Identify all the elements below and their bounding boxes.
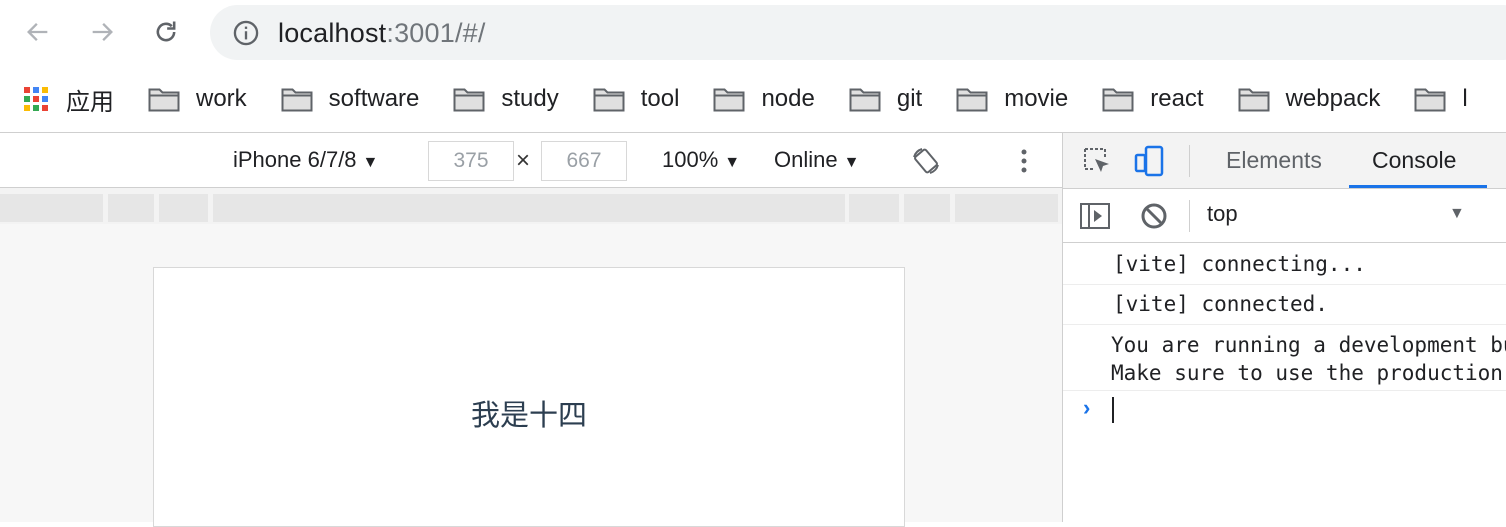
console-message: [vite] connected. <box>1063 285 1506 325</box>
back-button[interactable] <box>18 12 58 52</box>
caret-down-icon: ▼ <box>362 154 379 171</box>
apps-grid-icon <box>24 87 48 111</box>
device-toolbar: iPhone 6/7/8 ▼ 375 × 667 100% ▼ Online ▼ <box>0 132 1062 188</box>
folder-icon <box>593 88 625 112</box>
bookmark-label: 应用 <box>66 88 114 116</box>
bookmark-label: work <box>196 85 247 112</box>
bookmark-label: react <box>1150 85 1204 112</box>
device-toggle-icon[interactable] <box>1133 145 1165 177</box>
tab-elements[interactable]: Elements <box>1226 147 1322 174</box>
devtools-panel: Elements Console top ▼ [vite] connecting… <box>1062 132 1506 522</box>
page-text: 我是十四 <box>470 400 587 432</box>
inspect-element-icon[interactable] <box>1081 145 1113 177</box>
bookmark-folder[interactable]: l <box>1414 85 1468 113</box>
active-tab-indicator <box>1349 185 1487 188</box>
bookmark-folder[interactable]: study <box>453 85 559 113</box>
bookmark-folder[interactable]: node <box>713 85 815 113</box>
folder-icon <box>1414 88 1446 112</box>
bookmark-folder[interactable]: work <box>148 85 247 113</box>
ruler-segment[interactable] <box>108 194 154 222</box>
device-select[interactable]: iPhone 6/7/8 ▼ <box>233 147 378 173</box>
folder-icon <box>148 88 180 112</box>
more-vertical-icon[interactable] <box>1014 145 1034 177</box>
media-query-ruler[interactable] <box>0 188 1062 224</box>
info-icon[interactable] <box>232 19 260 47</box>
console-message: You are running a development build of V… <box>1063 325 1506 391</box>
reload-button[interactable] <box>146 12 186 52</box>
bookmark-label: webpack <box>1285 85 1381 112</box>
bookmark-apps[interactable]: 应用 <box>24 82 114 117</box>
folder-icon <box>1102 88 1134 112</box>
bookmark-label: study <box>501 85 559 112</box>
url-text: localhost:3001/#/ <box>278 18 486 49</box>
bookmark-folder[interactable]: webpack <box>1238 85 1381 113</box>
bookmark-label: software <box>328 85 420 112</box>
sidebar-toggle-icon[interactable] <box>1079 201 1111 231</box>
bookmark-folder[interactable]: movie <box>956 85 1068 113</box>
url-path: :3001/#/ <box>386 18 486 48</box>
bookmark-folder[interactable]: tool <box>593 85 680 113</box>
console-toolbar: top ▼ <box>1063 189 1506 243</box>
bookmark-label: movie <box>1004 85 1069 112</box>
emulated-device-screen[interactable]: 我是十四 <box>153 267 905 527</box>
rotate-icon[interactable] <box>910 145 942 177</box>
folder-icon <box>453 88 485 112</box>
devtools-tabbar: Elements Console <box>1063 133 1506 189</box>
arrow-right-icon <box>92 23 113 41</box>
caret-down-icon: ▼ <box>724 154 741 171</box>
folder-icon <box>956 88 988 112</box>
ruler-segment[interactable] <box>159 194 208 222</box>
clear-console-icon[interactable] <box>1139 201 1169 231</box>
zoom-value: 100% <box>662 147 719 172</box>
address-bar[interactable]: localhost:3001/#/ <box>210 5 1506 60</box>
reload-icon <box>156 21 176 42</box>
toolbar-divider <box>1189 200 1190 232</box>
bookmark-folder[interactable]: react <box>1102 85 1204 113</box>
throttle-value: Online <box>774 147 838 172</box>
bookmark-label: git <box>896 85 923 112</box>
ruler-segment[interactable] <box>0 194 103 222</box>
context-select[interactable]: top <box>1207 201 1238 227</box>
ruler-segment[interactable] <box>213 194 845 222</box>
console-prompt-icon: › <box>1083 395 1091 420</box>
console-message: [vite] connecting... <box>1063 245 1506 285</box>
throttle-select[interactable]: Online ▼ <box>774 147 859 173</box>
folder-icon <box>849 88 881 112</box>
bookmark-label: node <box>761 85 815 112</box>
toolbar-divider <box>1189 145 1190 177</box>
bookmark-folder[interactable]: git <box>849 85 922 113</box>
bookmark-label: tool <box>640 85 680 112</box>
ruler-segment[interactable] <box>849 194 899 222</box>
device-name: iPhone 6/7/8 <box>233 147 357 172</box>
folder-icon <box>1238 88 1270 112</box>
bookmarks-bar: 应用 work software study tool node git mov… <box>0 66 1506 132</box>
ruler-segment[interactable] <box>904 194 950 222</box>
zoom-select[interactable]: 100% ▼ <box>662 147 740 173</box>
bookmark-folder[interactable]: software <box>281 85 420 113</box>
times-icon: × <box>516 147 531 174</box>
console-input-cursor[interactable] <box>1112 397 1114 423</box>
url-host: localhost <box>278 18 387 48</box>
browser-toolbar: localhost:3001/#/ <box>0 0 1506 66</box>
height-input[interactable]: 667 <box>541 141 627 181</box>
folder-icon <box>713 88 745 112</box>
folder-icon <box>281 88 313 112</box>
forward-button[interactable] <box>82 12 122 52</box>
arrow-left-icon <box>27 23 48 41</box>
caret-down-icon[interactable]: ▼ <box>1449 205 1465 223</box>
ruler-segment[interactable] <box>955 194 1058 222</box>
caret-down-icon: ▼ <box>843 154 860 171</box>
bookmark-label: l <box>1462 85 1468 112</box>
width-input[interactable]: 375 <box>428 141 514 181</box>
tab-console[interactable]: Console <box>1372 147 1456 174</box>
